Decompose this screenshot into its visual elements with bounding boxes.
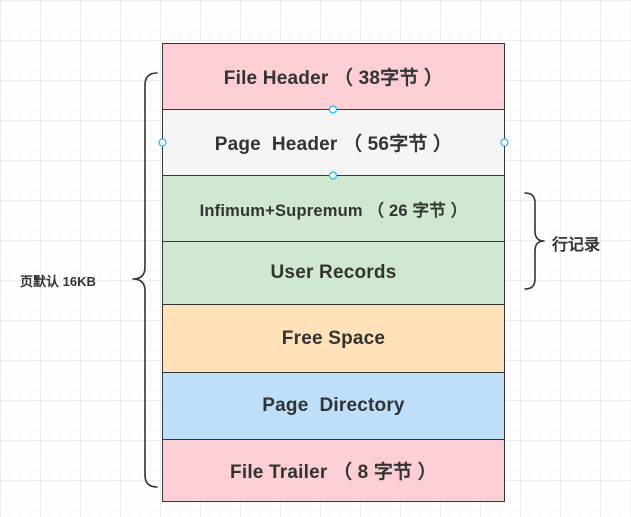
diagram-canvas[interactable]: File Header （ 38字节 ） Page Header （ 56字节 … bbox=[0, 0, 631, 517]
block-label: Page Directory bbox=[262, 395, 405, 417]
block-file-trailer[interactable]: File Trailer （ 8 字节 ） bbox=[162, 439, 505, 502]
page-size-label[interactable]: 页默认 16KB bbox=[20, 271, 96, 290]
block-page-directory[interactable]: Page Directory bbox=[162, 372, 505, 441]
block-label: File Trailer （ 8 字节 ） bbox=[230, 462, 437, 483]
block-infimum-supremum[interactable]: Infimum+Supremum （ 26 字节 ） bbox=[162, 175, 505, 243]
block-free-space[interactable]: Free Space bbox=[162, 304, 505, 374]
block-page-header[interactable]: Page Header （ 56字节 ） bbox=[162, 109, 505, 177]
block-file-header[interactable]: File Header （ 38字节 ） bbox=[162, 43, 505, 111]
block-label: Free Space bbox=[281, 327, 386, 349]
right-curly-brace[interactable] bbox=[524, 192, 545, 290]
block-label: Infimum+Supremum （ 26 字节 ） bbox=[199, 201, 468, 220]
block-label: File Header （ 38字节 ） bbox=[223, 68, 444, 90]
left-curly-brace[interactable] bbox=[132, 72, 158, 488]
block-label: User Records bbox=[270, 262, 397, 284]
row-records-label[interactable]: 行记录 bbox=[552, 231, 600, 255]
block-label: Page Header （ 56字节 ） bbox=[214, 134, 453, 156]
block-user-records[interactable]: User Records bbox=[162, 241, 505, 306]
